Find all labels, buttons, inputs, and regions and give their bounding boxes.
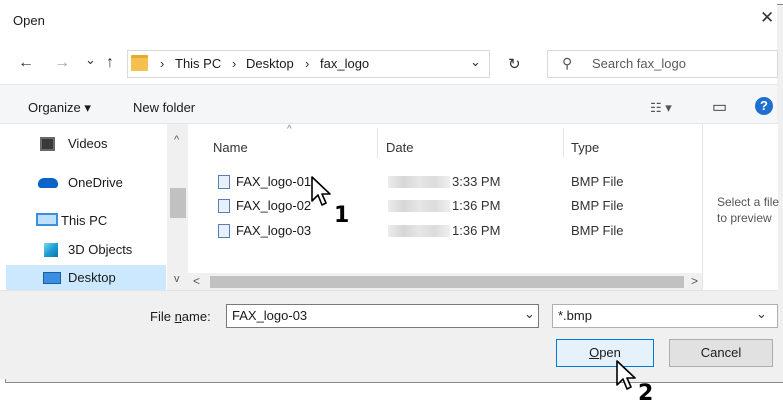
breadcrumb-separator: › xyxy=(232,56,237,71)
help-glyph: ? xyxy=(760,98,768,113)
file-time: 3:33 PM xyxy=(452,174,501,189)
navigation-pane-scroll-thumb[interactable] xyxy=(170,188,186,218)
callout-number-2: 2 xyxy=(638,381,654,406)
redacted-date xyxy=(388,176,450,188)
file-name-label-accesskey: n xyxy=(174,309,182,324)
preview-message-line-2: to preview xyxy=(717,211,772,225)
file-name[interactable]: FAX_logo-03 xyxy=(236,223,311,238)
file-time: 1:36 PM xyxy=(452,198,501,213)
redacted-date xyxy=(388,225,450,237)
bmp-file-icon xyxy=(218,175,230,189)
file-type: BMP File xyxy=(571,174,624,189)
view-options-icon[interactable]: ☷ ▾ xyxy=(650,100,672,116)
open-button[interactable]: Open xyxy=(556,339,654,367)
file-type: BMP File xyxy=(571,223,624,238)
preview-pane-icon[interactable]: ▭ xyxy=(712,97,727,117)
cancel-button[interactable]: Cancel xyxy=(669,339,773,367)
mouse-pointer-icon xyxy=(311,176,331,206)
open-label-accesskey: O xyxy=(589,345,600,360)
file-name-label-part: File xyxy=(150,309,175,324)
preview-message-line-1: Select a file xyxy=(717,195,780,209)
sidebar-item-3d-objects[interactable]: 3D Objects xyxy=(68,237,132,263)
forward-arrow-icon[interactable]: → xyxy=(54,54,70,72)
desktop-icon xyxy=(43,272,61,284)
file-name[interactable]: FAX_logo-01 xyxy=(236,174,311,189)
file-type-select[interactable]: *.bmp xyxy=(552,304,778,328)
sidebar-item-onedrive[interactable]: OneDrive xyxy=(68,170,123,196)
file-name-input[interactable]: FAX_logo-03 xyxy=(226,304,539,328)
breadcrumb-this-pc[interactable]: This PC xyxy=(175,56,221,71)
address-dropdown-icon[interactable]: ⌄ xyxy=(470,54,481,70)
dialog-title: Open xyxy=(13,13,45,28)
scroll-down-arrow-icon[interactable]: v xyxy=(174,273,180,285)
breadcrumb-fax-logo[interactable]: fax_logo xyxy=(320,56,369,71)
bmp-file-icon xyxy=(218,224,230,238)
file-type-dropdown-icon[interactable]: ⌄ xyxy=(756,306,767,322)
column-header-type[interactable]: Type xyxy=(571,140,599,155)
redacted-date xyxy=(388,200,450,212)
back-arrow-icon[interactable]: ← xyxy=(18,54,34,72)
sort-indicator-icon: ^ xyxy=(287,124,292,135)
sidebar-item-this-pc[interactable]: This PC xyxy=(61,208,107,234)
column-header-name[interactable]: Name xyxy=(213,140,248,155)
help-icon[interactable]: ? xyxy=(755,97,773,115)
cube-icon xyxy=(44,243,58,257)
refresh-icon[interactable]: ↻ xyxy=(508,55,521,73)
title-bar xyxy=(0,0,777,36)
breadcrumb-separator: › xyxy=(305,56,310,71)
up-arrow-icon[interactable]: ↑ xyxy=(106,54,114,72)
monitor-icon xyxy=(36,213,58,226)
file-name-label: File name: xyxy=(150,309,211,324)
bmp-file-icon xyxy=(218,199,230,213)
file-name-label-part: ame: xyxy=(181,309,211,324)
file-type: BMP File xyxy=(571,198,624,213)
breadcrumb-desktop[interactable]: Desktop xyxy=(246,56,294,71)
new-folder-button[interactable]: New folder xyxy=(133,100,195,115)
scroll-up-arrow-icon[interactable]: ^ xyxy=(174,134,179,146)
column-divider xyxy=(377,128,378,158)
search-placeholder: Search fax_logo xyxy=(592,56,686,71)
sidebar-item-desktop[interactable]: Desktop xyxy=(68,265,116,291)
scroll-left-arrow-icon[interactable]: < xyxy=(193,274,200,288)
mouse-pointer-icon xyxy=(616,360,636,390)
column-divider xyxy=(563,128,564,158)
search-icon: ⚲ xyxy=(562,55,573,71)
file-name-dropdown-icon[interactable]: ⌄ xyxy=(524,306,535,322)
column-header-date[interactable]: Date xyxy=(386,140,413,155)
open-label-part: pen xyxy=(599,345,621,360)
file-time: 1:36 PM xyxy=(452,223,501,238)
callout-number-1: 1 xyxy=(334,203,350,228)
organize-button[interactable]: Organize ▾ xyxy=(28,100,91,116)
folder-icon xyxy=(131,55,148,71)
recent-locations-chevron-icon[interactable]: ⌄ xyxy=(85,52,96,68)
breadcrumb-separator: › xyxy=(160,56,165,71)
close-icon[interactable]: ✕ xyxy=(760,6,774,30)
file-name[interactable]: FAX_logo-02 xyxy=(236,198,311,213)
video-folder-icon xyxy=(40,137,55,151)
horizontal-scroll-thumb[interactable] xyxy=(210,276,684,288)
sidebar-item-videos[interactable]: Videos xyxy=(68,131,108,157)
cloud-icon xyxy=(38,178,58,188)
scroll-right-arrow-icon[interactable]: > xyxy=(691,274,698,288)
